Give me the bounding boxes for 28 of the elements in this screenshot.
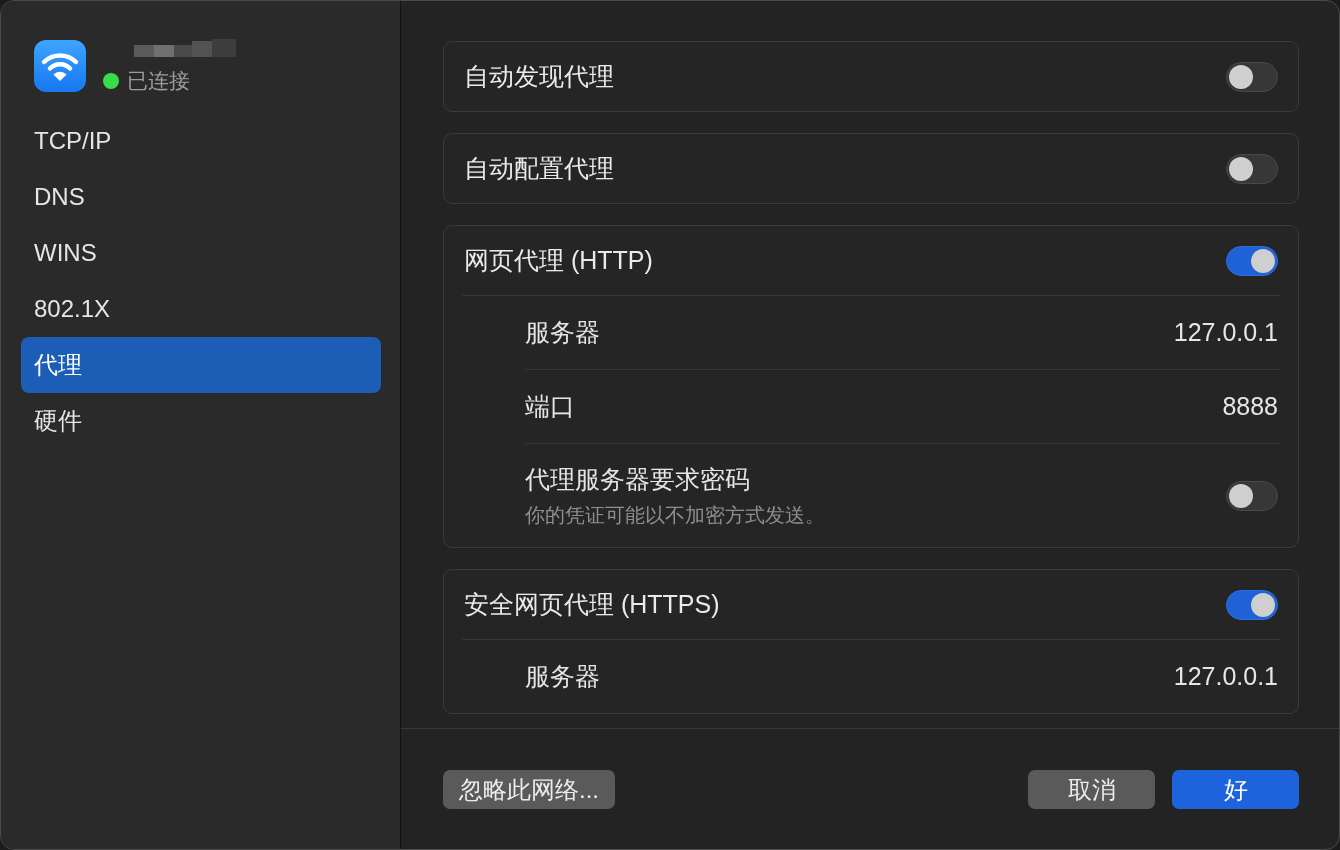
section-title: 自动发现代理 xyxy=(464,61,614,92)
cancel-button[interactable]: 取消 xyxy=(1028,770,1155,809)
field-label: 代理服务器要求密码 xyxy=(525,463,751,495)
toggle-switch[interactable] xyxy=(1226,589,1278,620)
toggle-switch[interactable] xyxy=(1226,61,1278,92)
sidebar-item[interactable]: 硬件 xyxy=(21,393,381,449)
toggle-switch[interactable] xyxy=(1226,480,1278,511)
sidebar-item[interactable]: WINS xyxy=(21,225,381,281)
wifi-icon xyxy=(34,40,86,92)
field-label: 服务器 xyxy=(525,661,600,692)
field-value[interactable]: 8888 xyxy=(1222,392,1278,421)
toggle-switch[interactable] xyxy=(1226,245,1278,276)
field-label: 端口 xyxy=(525,391,575,422)
sidebar-item[interactable]: DNS xyxy=(21,169,381,225)
field-label: 服务器 xyxy=(525,317,600,348)
ok-button[interactable]: 好 xyxy=(1172,770,1299,809)
sidebar-item[interactable]: TCP/IP xyxy=(21,113,381,169)
field-note: 你的凭证可能以不加密方式发送。 xyxy=(525,502,825,528)
section-title: 网页代理 (HTTP) xyxy=(464,245,653,276)
field-value[interactable]: 127.0.0.1 xyxy=(1173,662,1278,691)
ignore-network-button[interactable]: 忽略此网络... xyxy=(443,770,615,809)
section-title: 安全网页代理 (HTTPS) xyxy=(464,589,720,620)
field-value[interactable]: 127.0.0.1 xyxy=(1173,318,1278,347)
toggle-switch[interactable] xyxy=(1226,153,1278,184)
section-title: 自动配置代理 xyxy=(464,153,614,184)
connection-status: 已连接 xyxy=(127,69,190,93)
sidebar-item[interactable]: 802.1X xyxy=(21,281,381,337)
sidebar-item[interactable]: 代理 xyxy=(21,337,381,393)
